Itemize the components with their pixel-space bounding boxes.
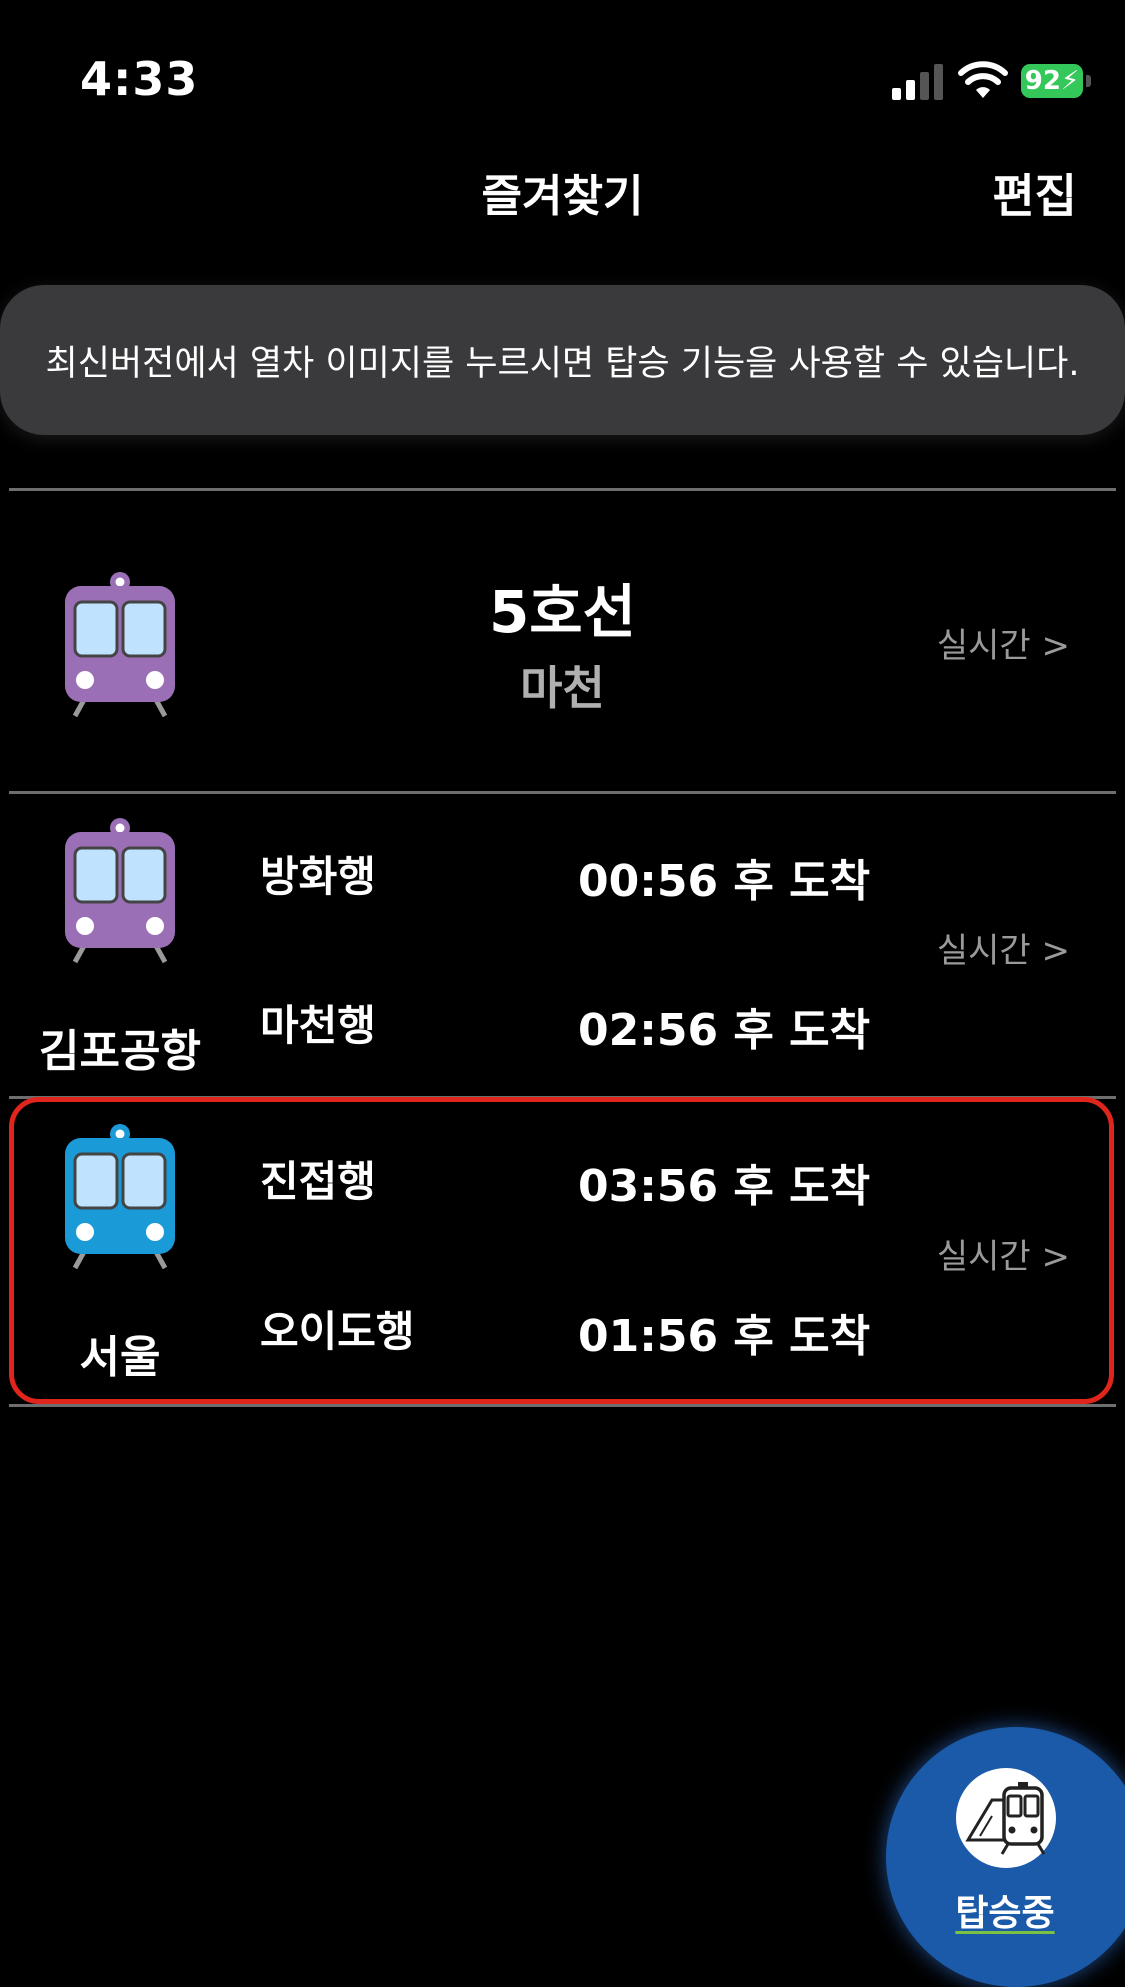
cellular-signal-icon xyxy=(892,64,944,100)
battery-indicator: 92⚡ xyxy=(1021,64,1083,98)
train-icon[interactable] xyxy=(61,816,179,966)
wifi-icon xyxy=(958,61,1008,98)
realtime-link[interactable]: 실시간 > xyxy=(937,1229,1070,1278)
status-time: 4:33 xyxy=(80,52,199,106)
notice-text: 최신버전에서 열차 이미지를 누르시면 탑승 기능을 사용할 수 있습니다. xyxy=(45,343,1080,384)
battery-level: 92 xyxy=(1024,66,1061,96)
edit-button[interactable]: 편집 xyxy=(992,160,1077,226)
train-icon[interactable] xyxy=(61,1122,179,1272)
destination: 진접행 xyxy=(260,1157,376,1206)
page-title: 즐겨찾기 xyxy=(481,171,644,222)
boarding-label[interactable]: 탑승중 xyxy=(955,1884,1055,1936)
notice-banner: 최신버전에서 열차 이미지를 누르시면 탑승 기능을 사용할 수 있습니다. xyxy=(0,285,1125,435)
destination: 오이도행 xyxy=(260,1307,415,1356)
arrival-time: 02:56 후 도착 xyxy=(578,1005,871,1056)
realtime-link[interactable]: 실시간 > xyxy=(937,923,1070,972)
station-name: 서울 xyxy=(79,1332,161,1383)
battery-nub xyxy=(1086,75,1091,87)
train-front-icon xyxy=(965,1782,1046,1855)
arrival-time: 00:56 후 도착 xyxy=(578,856,871,907)
realtime-link[interactable]: 실시간 > xyxy=(937,618,1070,667)
station-name: 김포공항 xyxy=(39,1026,201,1077)
destination: 마천행 xyxy=(260,1001,376,1050)
arrival-time: 01:56 후 도착 xyxy=(578,1311,871,1362)
charging-bolt-icon: ⚡ xyxy=(1060,66,1080,96)
arrival-time: 03:56 후 도착 xyxy=(578,1161,871,1212)
divider xyxy=(9,1404,1116,1407)
destination: 방화행 xyxy=(260,852,376,901)
